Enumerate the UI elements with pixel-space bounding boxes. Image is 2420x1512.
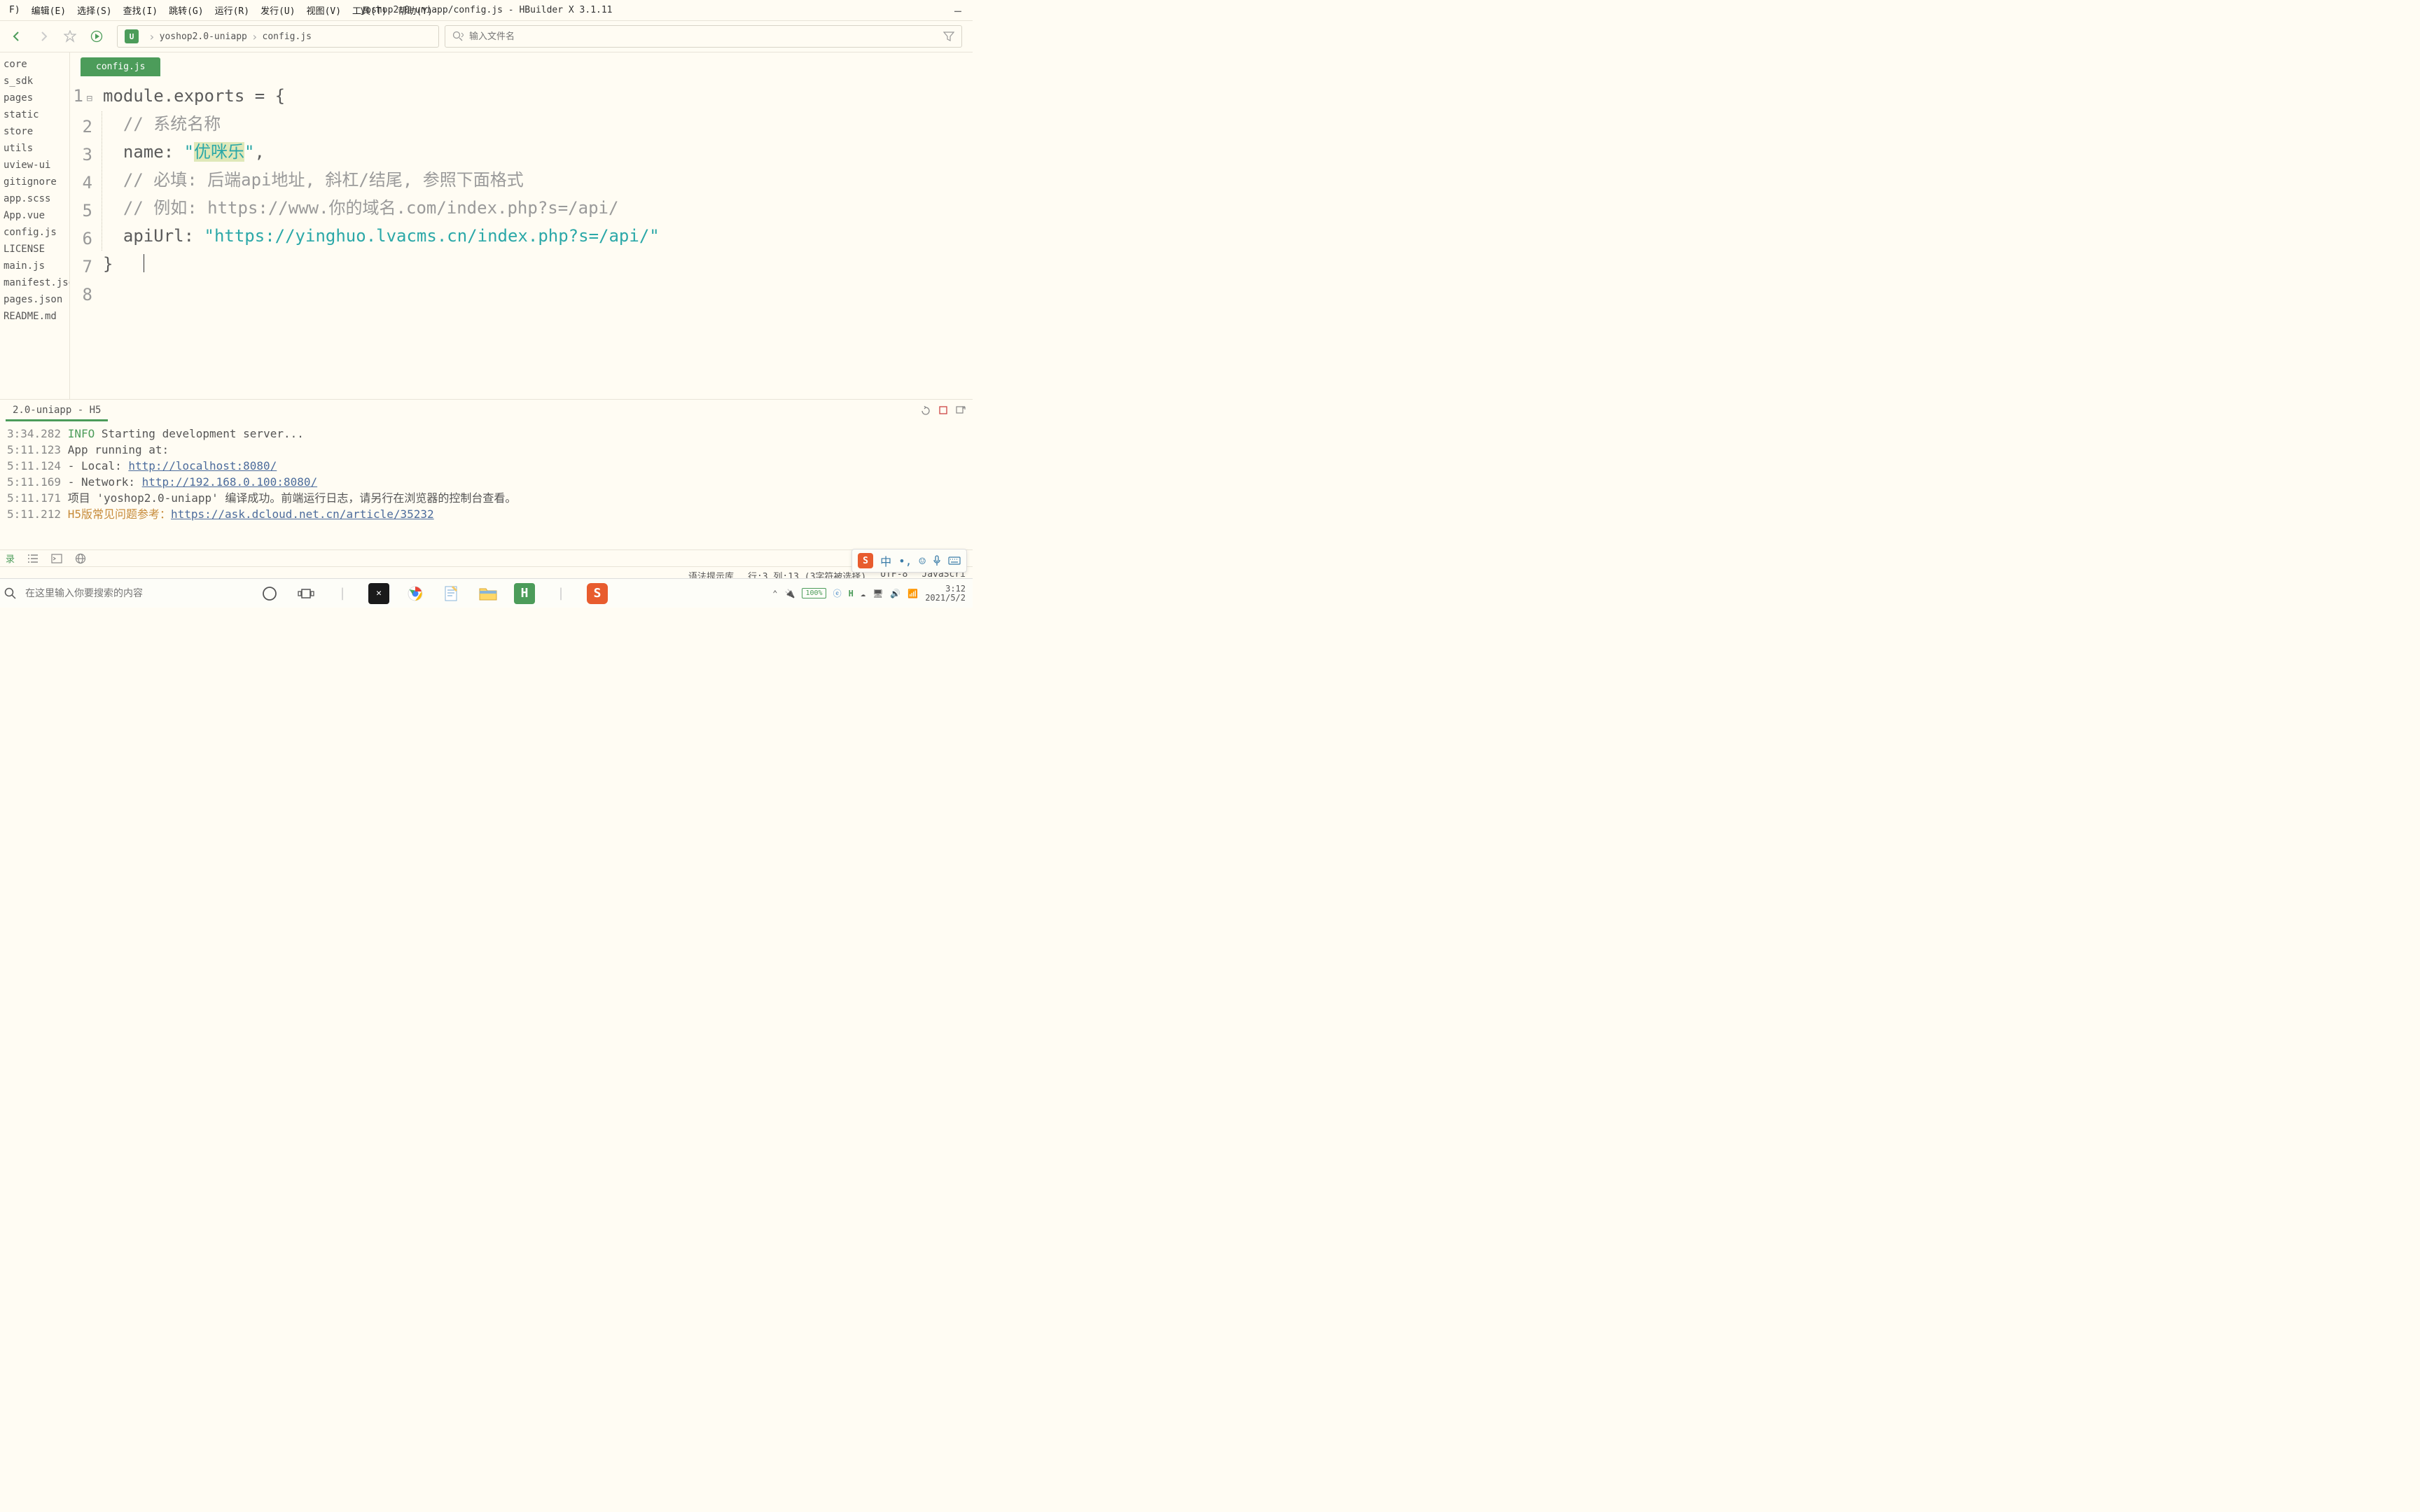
- console-tab[interactable]: 2.0-uniapp - H5: [6, 401, 108, 421]
- menu-view[interactable]: 视图(V): [301, 1, 347, 20]
- tray-monitor-icon[interactable]: 🖥: [872, 589, 883, 598]
- console-link[interactable]: http://192.168.0.100:8080/: [142, 475, 317, 489]
- play-button[interactable]: [85, 25, 108, 48]
- breadcrumb-separator: ›: [251, 30, 258, 43]
- sogou-app[interactable]: S: [587, 583, 608, 604]
- tray-battery[interactable]: 100%: [802, 588, 826, 598]
- ime-emoji-icon[interactable]: ☺: [919, 554, 926, 568]
- tray-wifi-icon[interactable]: 📶: [908, 589, 918, 598]
- globe-icon[interactable]: [75, 553, 86, 564]
- console-link[interactable]: http://localhost:8080/: [128, 459, 277, 472]
- menubar: F) 编辑(E) 选择(S) 查找(I) 跳转(G) 运行(R) 发行(U) 视…: [0, 0, 973, 21]
- search-icon: [452, 31, 464, 42]
- list-icon[interactable]: [27, 554, 39, 564]
- console-stop-icon[interactable]: [939, 406, 947, 416]
- tray-power-icon[interactable]: 🔌: [785, 589, 795, 598]
- taskbar-apps: | ✕ H | S: [259, 583, 608, 604]
- tray-expand-icon[interactable]: ⌃: [772, 589, 777, 598]
- file-item[interactable]: config.js: [0, 224, 69, 241]
- taskbar: | ✕ H | S ⌃ 🔌 100% ⓔ H ☁ 🖥 🔊 📶 3:12 2021…: [0, 578, 973, 608]
- file-item[interactable]: README.md: [0, 308, 69, 325]
- capcut-app[interactable]: ✕: [368, 583, 389, 604]
- filter-icon[interactable]: [943, 31, 954, 42]
- tray-cloud-icon[interactable]: ☁: [861, 589, 865, 598]
- taskbar-search-icon[interactable]: [0, 587, 21, 600]
- taskbar-search-input[interactable]: [21, 584, 245, 603]
- hbuilder-app[interactable]: H: [514, 583, 535, 604]
- file-item[interactable]: pages: [0, 90, 69, 106]
- file-item[interactable]: app.scss: [0, 190, 69, 207]
- editor-area: config.js 1⊟ 2 3 4 5 6 7 8 module.export…: [70, 52, 973, 399]
- chrome-app[interactable]: [405, 583, 426, 604]
- taskbar-divider: |: [550, 583, 571, 604]
- tray-volume-icon[interactable]: 🔊: [890, 589, 900, 598]
- window-title: yoshop2.0-uniapp/config.js - HBuilder X …: [360, 5, 612, 15]
- console-output[interactable]: 3:34.282 INFO Starting development serve…: [0, 422, 973, 526]
- bottom-toolbar: 录: [0, 550, 973, 566]
- breadcrumb-separator: ›: [148, 30, 155, 43]
- menu-run[interactable]: 运行(R): [209, 1, 255, 20]
- code-content[interactable]: module.exports = { // 系统名称 name: "优咪乐", …: [102, 82, 973, 399]
- notepad-app[interactable]: [441, 583, 462, 604]
- toolbar: U › yoshop2.0-uniapp › config.js: [0, 21, 973, 52]
- system-tray: ⌃ 🔌 100% ⓔ H ☁ 🖥 🔊 📶 3:12 2021/5/2: [772, 584, 973, 603]
- tray-h-icon[interactable]: H: [849, 589, 854, 598]
- file-item[interactable]: store: [0, 123, 69, 140]
- console-link[interactable]: https://ask.dcloud.net.cn/article/35232: [171, 507, 434, 521]
- main-area: core s_sdk pages static store utils uvie…: [0, 52, 973, 399]
- ime-lang[interactable]: 中: [880, 552, 891, 569]
- file-item[interactable]: s_sdk: [0, 73, 69, 90]
- tray-edge-icon[interactable]: ⓔ: [833, 587, 842, 599]
- ime-logo[interactable]: S: [858, 553, 873, 568]
- ime-punct-icon[interactable]: •,: [898, 554, 912, 568]
- menu-publish[interactable]: 发行(U): [255, 1, 300, 20]
- star-icon[interactable]: [59, 25, 81, 48]
- file-explorer[interactable]: core s_sdk pages static store utils uvie…: [0, 52, 70, 399]
- file-item[interactable]: main.js: [0, 258, 69, 274]
- cortana-icon[interactable]: [259, 583, 280, 604]
- file-item[interactable]: manifest.json: [0, 274, 69, 291]
- terminal-icon[interactable]: [51, 554, 62, 564]
- ime-keyboard-icon[interactable]: [948, 556, 961, 565]
- nav-forward-button[interactable]: [32, 25, 55, 48]
- menu-select[interactable]: 选择(S): [71, 1, 117, 20]
- code-editor[interactable]: 1⊟ 2 3 4 5 6 7 8 module.exports = { // 系…: [70, 76, 973, 399]
- console-restart-icon[interactable]: [921, 406, 931, 416]
- menu-edit[interactable]: 编辑(E): [26, 1, 71, 20]
- file-item[interactable]: gitignore: [0, 174, 69, 190]
- console-tab-bar: 2.0-uniapp - H5: [0, 400, 973, 422]
- editor-tabs: config.js: [70, 54, 973, 76]
- menu-file[interactable]: F): [4, 2, 26, 18]
- file-item[interactable]: utils: [0, 140, 69, 157]
- menu-find[interactable]: 查找(I): [118, 1, 163, 20]
- nav-back-button[interactable]: [6, 25, 28, 48]
- minimize-button[interactable]: ─: [954, 5, 966, 16]
- line-gutter: 1⊟ 2 3 4 5 6 7 8: [70, 82, 102, 399]
- menu-goto[interactable]: 跳转(G): [163, 1, 209, 20]
- console-panel: 2.0-uniapp - H5 3:34.282 INFO Starting d…: [0, 399, 973, 550]
- taskbar-divider: |: [332, 583, 353, 604]
- breadcrumb[interactable]: U › yoshop2.0-uniapp › config.js: [117, 25, 439, 48]
- breadcrumb-file[interactable]: config.js: [263, 31, 312, 42]
- taskview-icon[interactable]: [295, 583, 317, 604]
- login-button[interactable]: 录: [6, 552, 15, 565]
- console-expand-icon[interactable]: [956, 406, 966, 416]
- ime-toolbar[interactable]: S 中 •, ☺: [851, 549, 967, 573]
- project-icon: U: [125, 29, 139, 43]
- file-item[interactable]: static: [0, 106, 69, 123]
- file-item[interactable]: LICENSE: [0, 241, 69, 258]
- explorer-app[interactable]: [478, 583, 499, 604]
- file-item[interactable]: uview-ui: [0, 157, 69, 174]
- ime-mic-icon[interactable]: [933, 555, 941, 566]
- tray-clock[interactable]: 3:12 2021/5/2: [925, 584, 966, 603]
- file-item[interactable]: App.vue: [0, 207, 69, 224]
- file-search-box[interactable]: [445, 25, 962, 48]
- file-item[interactable]: pages.json: [0, 291, 69, 308]
- file-search-input[interactable]: [469, 31, 938, 42]
- tab-config[interactable]: config.js: [81, 57, 160, 76]
- breadcrumb-project[interactable]: yoshop2.0-uniapp: [160, 31, 247, 42]
- file-item[interactable]: core: [0, 56, 69, 73]
